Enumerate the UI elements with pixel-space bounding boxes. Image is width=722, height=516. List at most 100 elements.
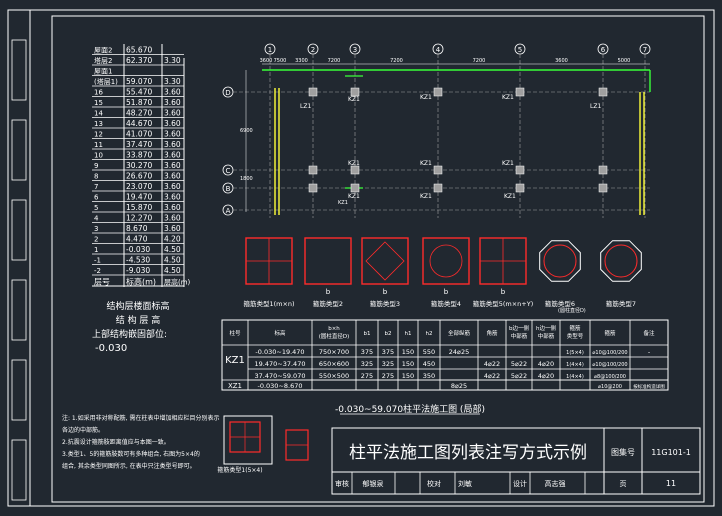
story-elevation: 4.470 xyxy=(126,235,148,244)
story-floor-label: 14 xyxy=(94,110,103,118)
story-floor-label: 4 xyxy=(94,215,99,223)
story-floor-label: 5 xyxy=(94,204,98,212)
lz1-label: LZ1 xyxy=(590,103,601,110)
section-label: 箍筋类型7 xyxy=(606,299,636,308)
drawing-title: 柱平法施工图列表注写方式示例 xyxy=(349,443,587,463)
story-floor-label: 10 xyxy=(94,152,103,160)
note-line: 注: 1.如采用非对称配筋, 需在柱表中增加相应栏目分别表示 xyxy=(62,414,219,422)
col-table-cell: 4⌀20 xyxy=(538,372,554,380)
dim-text-top: 7200 xyxy=(473,58,486,64)
kz1-label: KZ1 xyxy=(338,200,348,206)
axis-label-5: 5 xyxy=(518,46,522,54)
axis-label-B: B xyxy=(226,185,231,193)
col-table-header: h边一侧 xyxy=(536,324,556,332)
col-table-cell: 550 xyxy=(423,348,435,356)
embed-label: 上部结构嵌固部位: xyxy=(92,328,167,340)
axis-label-3: 3 xyxy=(353,46,357,54)
col-table-header: b2 xyxy=(385,331,392,337)
column-kz xyxy=(598,165,608,175)
story-elevation: 59.070 xyxy=(126,77,152,86)
story-elevation: 19.470 xyxy=(126,193,152,202)
story-floor-label: 2 xyxy=(94,236,98,244)
story-height: 3.60 xyxy=(164,182,181,191)
dim-text-top: 7500 xyxy=(274,58,287,64)
kz1-label: KZ1 xyxy=(502,160,514,167)
col-table-cell: 650×600 xyxy=(319,360,349,368)
col-table-header: b×h xyxy=(328,326,340,332)
col-group-label: KZ1 xyxy=(225,355,245,366)
col-table-cell: 24⌀25 xyxy=(449,348,469,356)
story-floor-label: 屋面1 xyxy=(94,68,112,76)
story-floor-label: 1 xyxy=(94,246,98,254)
dim-text-left: 6900 xyxy=(240,128,253,134)
story-height: 3.60 xyxy=(164,161,181,170)
story-caption-1: 结构层楼面标高 xyxy=(106,300,169,312)
story-height: 3.60 xyxy=(164,151,181,160)
story-floor-label: -1 xyxy=(94,257,101,265)
col-table-header: b1 xyxy=(364,331,371,337)
story-elevation: 48.270 xyxy=(126,109,152,118)
col-table-cell: -0.030~19.470 xyxy=(255,348,304,356)
column-kz xyxy=(515,183,525,193)
story-elevation: 26.670 xyxy=(126,172,152,181)
col-table-cell: 1(5×4) xyxy=(566,350,584,356)
col-table-header: 备注 xyxy=(643,329,655,337)
story-height: 3.60 xyxy=(164,98,181,107)
column-kz xyxy=(433,87,443,97)
col-table-cell: 325 xyxy=(361,360,373,368)
col-table-header: (圆柱直径D) xyxy=(319,332,350,340)
atlas-label: 图集号 xyxy=(611,447,635,457)
small-section-frame xyxy=(223,415,273,465)
axis-label-7: 7 xyxy=(643,46,647,54)
dim-text-top: 3600 xyxy=(260,58,273,64)
col-table-header: h2 xyxy=(426,331,433,337)
kz1-label: KZ1 xyxy=(420,193,432,200)
col-table-cell: 4⌀22 xyxy=(484,360,500,368)
axis-label-6: 6 xyxy=(601,46,606,54)
axis-label-A: A xyxy=(226,207,231,215)
small-section-label: 箍筋类型1(5×4) xyxy=(217,466,262,474)
note-line: 组合, 其余类型同图所示, 在表中只注类型号即可。 xyxy=(62,462,196,470)
col-table-header: 类型号 xyxy=(567,332,584,340)
col-table-cell: 150 xyxy=(402,372,414,380)
column-kz xyxy=(308,183,318,193)
section-dim-b: b xyxy=(444,288,449,296)
story-elevation: 30.270 xyxy=(126,161,152,170)
col-table-cell: 5⌀22 xyxy=(511,372,527,380)
story-elevation: 12.270 xyxy=(126,214,152,223)
story-elevation: 37.470 xyxy=(126,140,152,149)
story-elevation: 65.670 xyxy=(126,46,152,55)
col-table-header: 箍筋 xyxy=(569,324,581,332)
column-kz xyxy=(350,165,360,175)
section-circle xyxy=(429,244,463,278)
column-kz xyxy=(350,183,360,193)
plan-caption: -0.030~59.070柱平法施工图 (局部) xyxy=(335,403,485,415)
story-elevation: 55.470 xyxy=(126,88,152,97)
section-label: 箍筋类型4 xyxy=(431,299,461,308)
story-floor-label: 13 xyxy=(94,120,103,128)
col-table-header: 柱号 xyxy=(229,329,241,337)
story-header-h: 层高(m) xyxy=(164,278,191,287)
section-round xyxy=(604,244,638,278)
xz1-elev: -0.030~8.670 xyxy=(257,382,302,390)
dim-text-top: 3300 xyxy=(295,58,308,64)
note-line: 2.抗震设计箍筋肢距离值应与本图一致。 xyxy=(62,438,170,446)
story-elevation: 62.370 xyxy=(126,56,152,65)
story-caption-2: 结 构 层 高 xyxy=(116,314,161,326)
page-label: 页 xyxy=(620,480,627,488)
story-floor-label: 9 xyxy=(94,162,98,170)
story-floor-label: 12 xyxy=(94,131,103,139)
axis-label-2: 2 xyxy=(311,46,315,54)
binding-box xyxy=(11,359,27,421)
check-label: 校对 xyxy=(427,479,441,488)
kz1-label: KZ1 xyxy=(348,193,360,200)
story-floor-label: 6 xyxy=(94,194,99,202)
column-kz xyxy=(598,87,608,97)
col-table-header: b边一侧 xyxy=(509,324,529,332)
kz1-label: KZ1 xyxy=(504,193,516,200)
story-height: 4.50 xyxy=(164,245,181,254)
col-table-header: 中部筋 xyxy=(511,332,528,340)
col-table-cell: ⌀10@100/200 xyxy=(592,350,627,356)
column-kz xyxy=(350,87,360,97)
dim-text-top: 5000 xyxy=(618,58,631,64)
